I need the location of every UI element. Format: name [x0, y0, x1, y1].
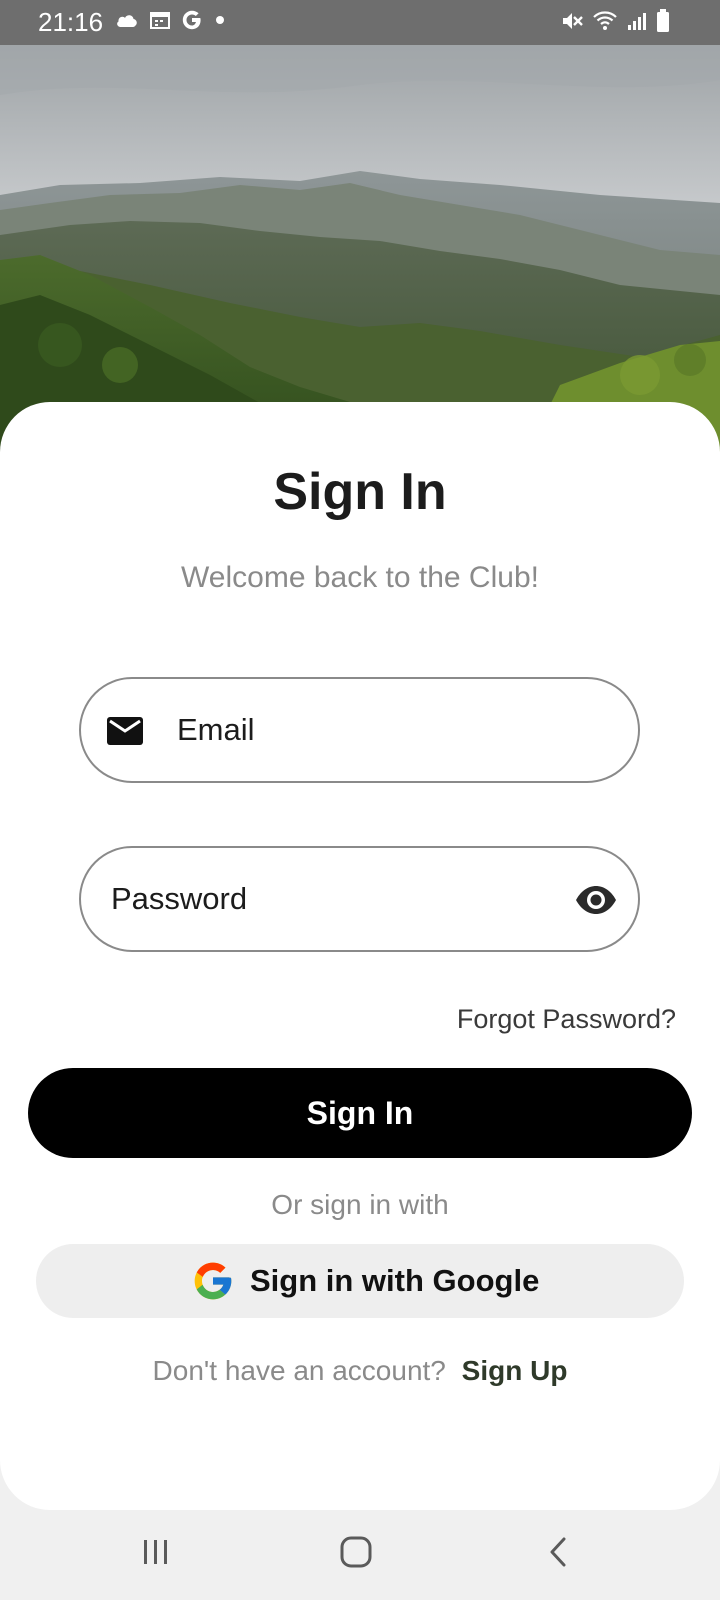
- google-logo-icon: [191, 1259, 235, 1308]
- status-right-icons: [560, 9, 670, 33]
- sign-up-link[interactable]: Sign Up: [462, 1355, 568, 1386]
- calendar-icon: [149, 10, 171, 30]
- or-sign-in-with-text: Or sign in with: [271, 1189, 449, 1220]
- back-button[interactable]: [528, 1532, 588, 1576]
- page-subtitle: Welcome back to the Club!: [181, 561, 539, 594]
- navigation-bar: [0, 1510, 720, 1600]
- google-sign-in-button[interactable]: Sign in with Google: [36, 1244, 684, 1318]
- home-icon: [339, 1535, 373, 1574]
- page-title: Sign In: [273, 463, 447, 521]
- mute-icon: [560, 10, 584, 32]
- battery-icon: [656, 9, 670, 33]
- recent-apps-button[interactable]: [126, 1532, 186, 1576]
- signup-prompt: Don't have an account?: [152, 1355, 446, 1386]
- password-placeholder: Password: [111, 881, 248, 916]
- status-left-icons: [115, 9, 227, 31]
- email-field[interactable]: Email: [79, 677, 640, 783]
- home-button[interactable]: [326, 1532, 386, 1576]
- google-sign-in-label: Sign in with Google: [250, 1263, 540, 1298]
- dot-icon: [213, 13, 227, 27]
- cloud-icon: [115, 11, 139, 29]
- forgot-password-link[interactable]: Forgot Password?: [457, 1002, 676, 1036]
- sign-in-button[interactable]: Sign In: [28, 1068, 692, 1158]
- eye-icon[interactable]: [574, 884, 618, 921]
- signup-row: Don't have an account? Sign Up: [0, 1354, 720, 1388]
- google-g-icon: [181, 9, 203, 31]
- status-bar: 21:16: [0, 0, 720, 45]
- status-time: 21:16: [38, 7, 104, 37]
- sign-in-screen: 21:16 Sign In Welcome back to the Club! …: [0, 0, 720, 1600]
- signal-icon: [626, 10, 648, 32]
- password-field[interactable]: Password: [79, 846, 640, 952]
- wifi-icon: [592, 10, 618, 32]
- recent-apps-icon: [141, 1537, 171, 1572]
- mail-icon: [105, 715, 145, 752]
- back-icon: [546, 1535, 570, 1574]
- email-placeholder: Email: [177, 712, 255, 747]
- sign-in-card: Sign In Welcome back to the Club! Email …: [0, 402, 720, 1510]
